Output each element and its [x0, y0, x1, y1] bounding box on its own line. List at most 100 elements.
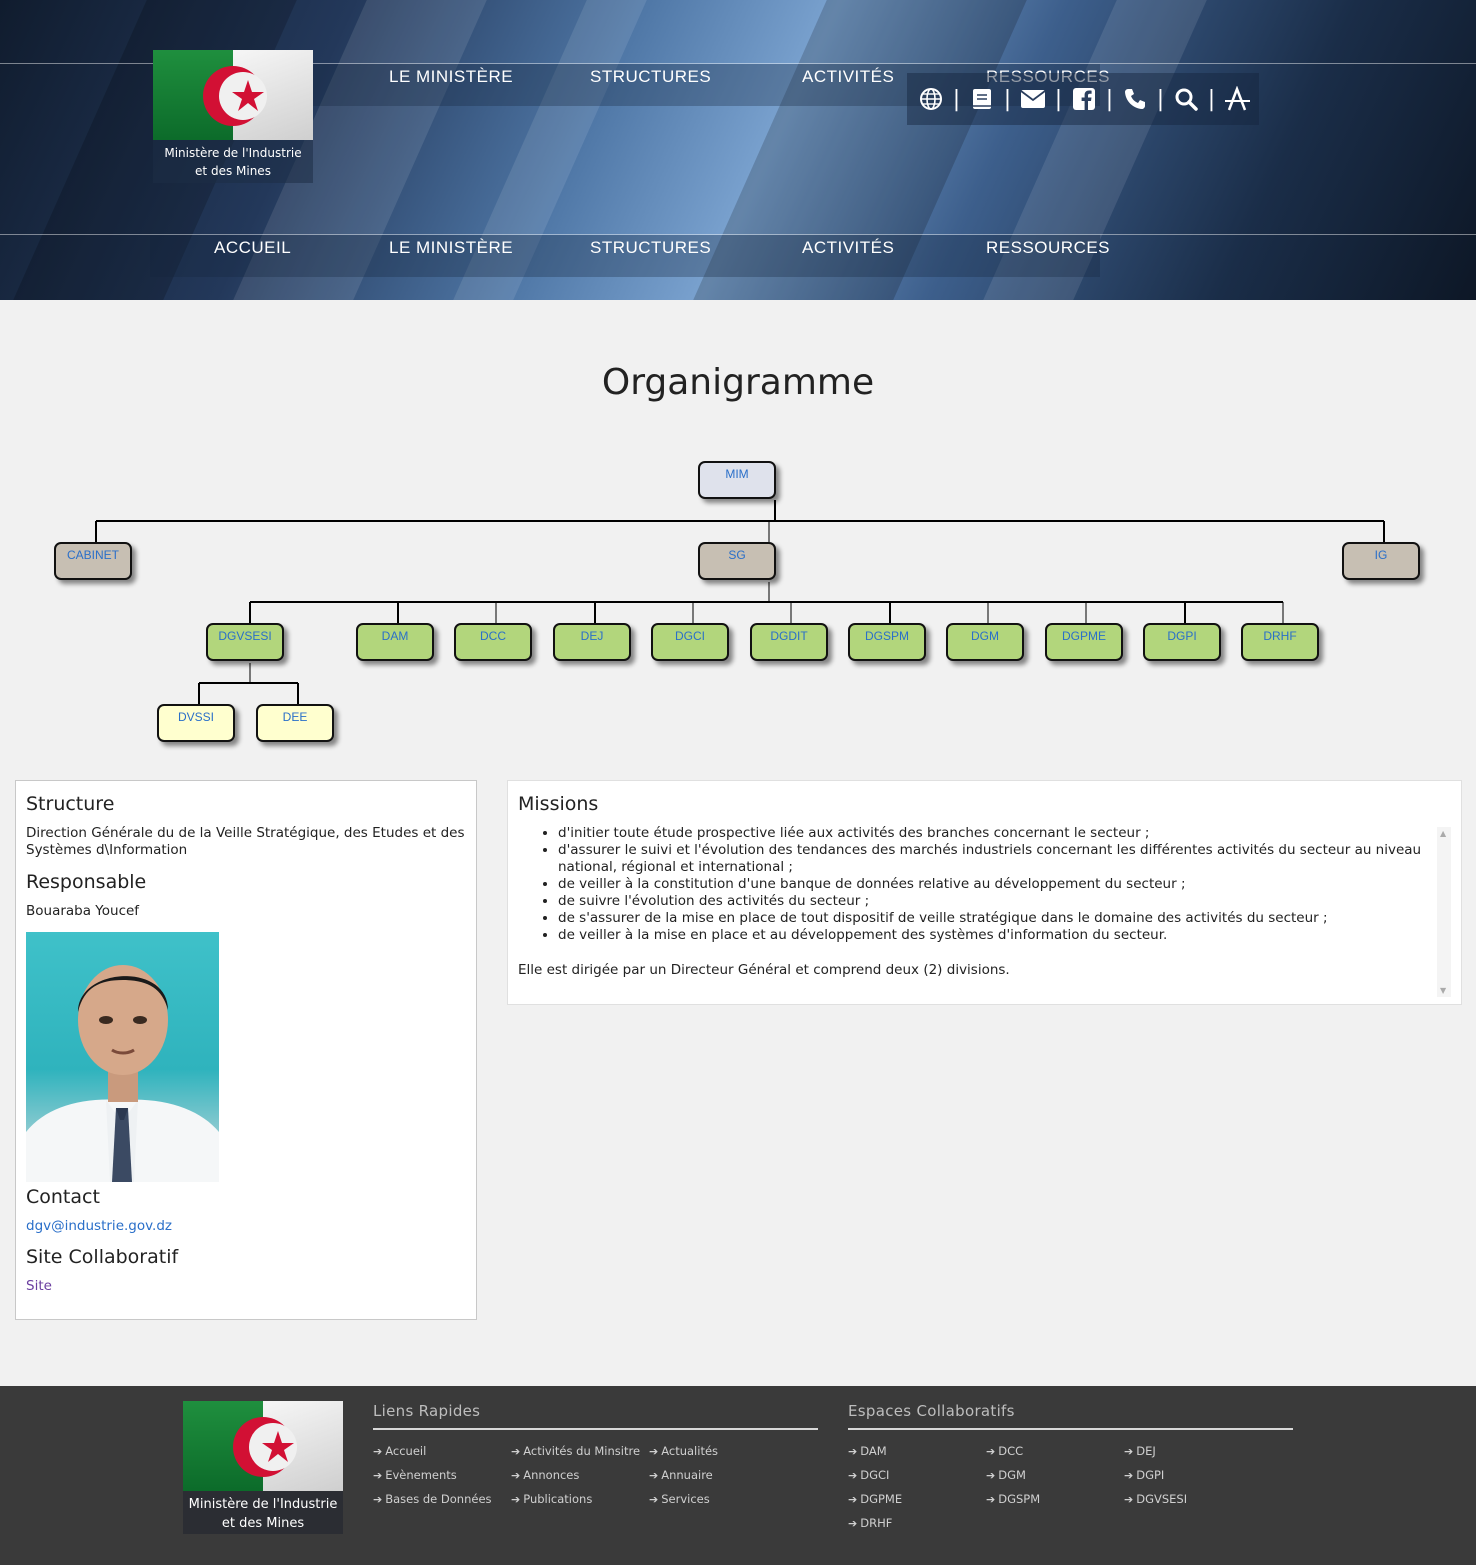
- org-node-dgm[interactable]: DGM: [946, 623, 1024, 661]
- responsable-name: Bouaraba Youcef: [26, 903, 140, 919]
- algerian-flag-icon: [153, 50, 313, 140]
- logo-caption-line2: et des Mines: [195, 164, 271, 178]
- arrow-right-icon: ➔: [649, 1493, 659, 1506]
- arrow-right-icon: ➔: [848, 1493, 858, 1506]
- footer-link-activites-ministre[interactable]: ➔ Activités du Minsitre: [511, 1444, 640, 1458]
- org-node-dej[interactable]: DEJ: [553, 623, 631, 661]
- main-nav: ACCUEIL LE MINISTÈRE STRUCTURES ACTIVITÉ…: [0, 234, 1476, 277]
- org-node-dgvsesi[interactable]: DGVSESI: [206, 623, 284, 661]
- org-node-dcc[interactable]: DCC: [454, 623, 532, 661]
- logo-caption-line1: Ministère de l'Industrie: [164, 146, 302, 160]
- footer-link-annonces[interactable]: ➔ Annonces: [511, 1468, 579, 1482]
- org-node-mim[interactable]: MIM: [698, 461, 776, 499]
- quick-links-section: Liens Rapides: [373, 1402, 818, 1430]
- scroll-down-arrow-icon[interactable]: ▼: [1440, 986, 1446, 995]
- org-node-dgpi[interactable]: DGPI: [1143, 623, 1221, 661]
- arrow-right-icon: ➔: [848, 1469, 858, 1482]
- nav-structures[interactable]: STRUCTURES: [590, 238, 711, 258]
- globe-icon[interactable]: [915, 83, 947, 115]
- book-icon[interactable]: [966, 83, 998, 115]
- nav-activites[interactable]: ACTIVITÉS: [802, 238, 894, 258]
- arrow-right-icon: ➔: [649, 1445, 659, 1458]
- collab-link-dgpi[interactable]: ➔ DGPI: [1124, 1468, 1164, 1482]
- nav-ressources[interactable]: RESSOURCES: [986, 238, 1110, 258]
- collab-heading: Espaces Collaboratifs: [848, 1402, 1293, 1430]
- structure-heading: Structure: [26, 793, 115, 815]
- quick-tools-bar: | | | | | |: [907, 73, 1259, 125]
- footer-link-annuaire[interactable]: ➔ Annuaire: [649, 1468, 713, 1482]
- mission-item: de suivre l'évolution des activités du s…: [558, 893, 1438, 910]
- missions-list: d'initier toute étude prospective liée a…: [558, 825, 1438, 944]
- collab-link-dam[interactable]: ➔ DAM: [848, 1444, 887, 1458]
- mission-item: d'assurer le suivi et l'évolution des te…: [558, 842, 1438, 876]
- arrow-right-icon: ➔: [511, 1493, 521, 1506]
- arrow-right-icon: ➔: [373, 1445, 383, 1458]
- footer-link-services[interactable]: ➔ Services: [649, 1492, 710, 1506]
- envelope-icon[interactable]: [1017, 83, 1049, 115]
- site-link[interactable]: Site: [26, 1278, 466, 1294]
- org-node-dgdit[interactable]: DGDIT: [750, 623, 828, 661]
- separator: |: [1003, 86, 1012, 112]
- collab-link-drhf[interactable]: ➔ DRHF: [848, 1516, 892, 1530]
- page-title: Organigramme: [601, 362, 875, 403]
- collab-link-dgci[interactable]: ➔ DGCI: [848, 1468, 889, 1482]
- ministry-logo[interactable]: Ministère de l'Industrie et des Mines: [153, 50, 313, 183]
- collab-link-dej[interactable]: ➔ DEJ: [1124, 1444, 1156, 1458]
- footer-link-publications[interactable]: ➔ Publications: [511, 1492, 592, 1506]
- collab-section: Espaces Collaboratifs: [848, 1402, 1293, 1430]
- arrow-right-icon: ➔: [1124, 1493, 1134, 1506]
- collab-link-dgm[interactable]: ➔ DGM: [986, 1468, 1026, 1482]
- header-banner: ACCUEIL LE MINISTÈRE STRUCTURES ACTIVITÉ…: [0, 0, 1476, 300]
- org-node-sg[interactable]: SG: [698, 542, 776, 580]
- mission-item: de veiller à la mise en place et au déve…: [558, 927, 1438, 944]
- org-node-dgci[interactable]: DGCI: [651, 623, 729, 661]
- collab-link-dgvsesi[interactable]: ➔ DGVSESI: [1124, 1492, 1187, 1506]
- footer-logo[interactable]: Ministère de l'Industrie et des Mines: [183, 1401, 343, 1534]
- nav-le-ministere[interactable]: LE MINISTÈRE: [389, 67, 513, 87]
- org-node-dgpme[interactable]: DGPME: [1045, 623, 1123, 661]
- org-node-ig[interactable]: IG: [1342, 542, 1420, 580]
- arrow-right-icon: ➔: [986, 1445, 996, 1458]
- collab-link-dcc[interactable]: ➔ DCC: [986, 1444, 1023, 1458]
- missions-heading: Missions: [518, 793, 599, 815]
- footer-link-evenements[interactable]: ➔ Evènements: [373, 1468, 457, 1482]
- facebook-icon[interactable]: [1068, 83, 1100, 115]
- org-node-dee[interactable]: DEE: [256, 704, 334, 742]
- mission-item: d'initier toute étude prospective liée a…: [558, 825, 1438, 842]
- arrow-right-icon: ➔: [511, 1445, 521, 1458]
- missions-scrollbar[interactable]: ▲ ▼: [1437, 827, 1451, 997]
- footer-logo-caption: Ministère de l'Industrie et des Mines: [183, 1491, 343, 1534]
- footer-link-accueil[interactable]: ➔ Accueil: [373, 1444, 426, 1458]
- nav-le-ministere[interactable]: LE MINISTÈRE: [389, 238, 513, 258]
- algerian-flag-icon: [183, 1401, 343, 1491]
- collab-link-dgspm[interactable]: ➔ DGSPM: [986, 1492, 1040, 1506]
- footer-link-actualites[interactable]: ➔ Actualités: [649, 1444, 718, 1458]
- search-icon[interactable]: [1170, 83, 1202, 115]
- nav-structures[interactable]: STRUCTURES: [590, 67, 711, 87]
- org-node-dgspm[interactable]: DGSPM: [848, 623, 926, 661]
- arrow-right-icon: ➔: [1124, 1445, 1134, 1458]
- org-node-dvssi[interactable]: DVSSI: [157, 704, 235, 742]
- arrow-right-icon: ➔: [986, 1493, 996, 1506]
- org-node-drhf[interactable]: DRHF: [1241, 623, 1319, 661]
- footer-link-bases-donnees[interactable]: ➔ Bases de Données: [373, 1492, 492, 1506]
- org-node-dam[interactable]: DAM: [356, 623, 434, 661]
- org-node-cabinet[interactable]: CABINET: [54, 542, 132, 580]
- nav-activites[interactable]: ACTIVITÉS: [802, 67, 894, 87]
- collab-link-dgpme[interactable]: ➔ DGPME: [848, 1492, 902, 1506]
- contact-email-link[interactable]: dgv@industrie.gov.dz: [26, 1218, 466, 1234]
- footer: Ministère de l'Industrie et des Mines Li…: [0, 1386, 1476, 1565]
- arrow-right-icon: ➔: [848, 1445, 858, 1458]
- separator: |: [952, 86, 961, 112]
- responsable-photo: [26, 932, 219, 1182]
- site-heading: Site Collaboratif: [26, 1246, 179, 1268]
- font-size-icon[interactable]: [1221, 83, 1253, 115]
- scroll-up-arrow-icon[interactable]: ▲: [1440, 829, 1446, 838]
- structure-panel: Structure Direction Générale du de la Ve…: [15, 780, 477, 1320]
- footer-logo-caption-line1: Ministère de l'Industrie: [188, 1497, 338, 1512]
- nav-accueil[interactable]: ACCUEIL: [214, 238, 291, 258]
- phone-icon[interactable]: [1119, 83, 1151, 115]
- arrow-right-icon: ➔: [848, 1517, 858, 1530]
- footer-logo-caption-line2: et des Mines: [221, 1516, 305, 1531]
- structure-name: Direction Générale du de la Veille Strat…: [26, 825, 465, 858]
